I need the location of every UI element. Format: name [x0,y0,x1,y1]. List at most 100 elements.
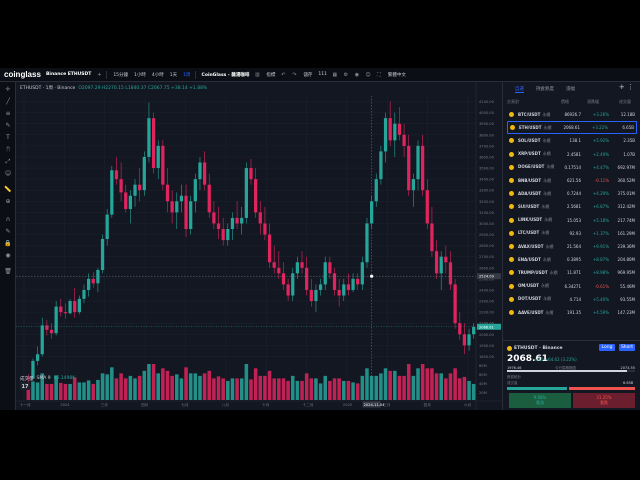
x-tick-label: 十一月 [20,402,31,407]
coin-icon [509,217,514,223]
save-button[interactable]: 儲存 [303,72,312,78]
tab-open-interest[interactable]: 持倉熱度 [536,86,554,92]
row-symbol: LINK/USDT 永續 [518,217,553,223]
candle-body [202,162,207,185]
pattern-icon[interactable]: ᛗ [4,146,12,154]
horizontal-lines-icon[interactable]: ≡ [4,110,12,118]
chart-area[interactable]: 4100.00 4000.00 3900.00 3800.00 3700.00 3600.… [16,82,502,410]
watchlist-row[interactable]: AAVE/USDT 永續 191.35 +4.59% 147.23M [507,306,637,319]
symbol-selector[interactable]: Binance ETHUSDT [46,72,91,77]
eth-coin-icon [507,346,512,351]
watchlist-row[interactable]: BNB/USDT 永續 621.56 -0.11% 360.52M [507,174,637,187]
lock-drawing-icon[interactable]: ✎ [4,228,12,236]
watchlist-row[interactable]: LINK/USDT 永續 15.053 +5.18% 217.74M [507,214,637,227]
add-compare-icon[interactable]: + [96,72,102,78]
crosshair-time-label: 2024-11-04 [364,403,386,407]
candle-body [138,184,142,191]
add-symbol-icon[interactable]: + ⋮ [619,83,634,91]
volume-bar [235,378,239,400]
row-price: 0.17514 [564,164,581,170]
trash-icon[interactable]: 🗑 [4,268,12,276]
watchlist-row[interactable]: SOL/USDT 永續 138.1 +5.92% 2.35B [507,134,637,147]
trendline-icon[interactable]: ╱ [4,98,12,106]
candle-body [411,179,415,191]
watchlist-row[interactable]: DOGE/USDT 永續 0.17514 +4.47% 692.97M [507,161,637,174]
bear-vote-button[interactable]: 31.25% 看跌 [573,393,635,408]
detail-price-change: USD +64.62 (3.22%) [535,357,577,362]
watchlist-row[interactable]: AVAX/USDT 永續 21.564 +9.91% 239.36M [507,240,637,253]
lock-icon[interactable]: 🔒 [4,240,12,248]
fullscreen-icon[interactable]: ⛶ [376,72,382,78]
language-selector[interactable]: 繁體中文 [388,72,406,78]
camera-icon[interactable]: ◉ [354,72,360,78]
watchlist-row[interactable]: ENA/USDT 永續 0.3895 +8.87% 204.80M [507,253,637,266]
row-exchange-type: 永續 [542,256,551,262]
interval-1w[interactable]: 1周 [183,72,190,78]
app-window: coinglass Binance ETHUSDT + 15分鐘 1小時 4小時… [0,68,640,410]
tab-gainers[interactable]: 漲幅 [566,86,575,92]
indicators-button[interactable]: 指標 [266,72,275,78]
redo-icon[interactable]: ↷ [291,72,297,78]
watchlist-row[interactable]: LTC/USDT 永續 92.93 +1.37% 161.29M [507,227,637,240]
grid-icon[interactable]: ▦ [332,72,338,78]
row-symbol: LTC/USDT 永續 [518,230,550,236]
vol-label: 成交量 [507,381,518,385]
interval-1d[interactable]: 1天 [170,72,177,78]
watchlist-row[interactable]: ETH/USDT 永續 2068.61 +3.22% 6.65B [507,121,637,135]
watchlist-row[interactable]: BTC/USDT 永續 86926.7 +3.26% 12.18B [507,108,637,121]
volume-bar [448,373,453,400]
tab-favorites[interactable]: 自選 [515,86,524,93]
volume-bar [425,368,430,400]
watchlist-row[interactable]: SUI/USDT 永續 2.5681 +6.87% 312.42M [507,200,637,213]
user-icon[interactable]: ☺ [365,72,371,78]
volume-bar [314,378,318,400]
interval-1h[interactable]: 1小時 [134,72,146,78]
undo-icon[interactable]: ↶ [280,72,286,78]
candle-body [328,262,332,274]
watchlist-row[interactable]: OM/USDT 永續 6.34271 -0.61% 55.46M [507,280,637,293]
bull-vote-button[interactable]: 9.68% 看漲 [509,393,571,408]
interval-15m[interactable]: 15分鐘 [113,72,128,78]
coin-icon [509,230,514,236]
candle-body [388,118,392,141]
volume-bar [105,374,109,400]
zoom-icon[interactable]: ⊕ [4,198,12,206]
row-symbol: DOGE/USDT 永續 [518,164,555,170]
site-link[interactable]: CoinGlass - 雜湯咖啡 [202,72,250,78]
measure-icon[interactable]: ⤢ [4,158,12,166]
row-volume: 692.97M [617,164,635,170]
volume-bar [96,379,100,400]
settings-icon[interactable]: ⚙ [343,72,349,78]
candle-type-icon[interactable]: ▥ [254,72,260,78]
smile-icon[interactable]: ☺ [4,170,12,178]
candle-body [458,323,462,335]
crosshair-icon[interactable]: ✛ [4,86,12,94]
short-button[interactable]: Short [619,344,635,351]
watchlist-header: 交易對 價格 漲跌幅 成交量 [507,99,631,104]
brush-icon[interactable]: ✎ [4,122,12,130]
volume-bar [458,378,462,400]
candle-body [439,256,443,274]
coinglass-logo[interactable]: coinglass [4,70,42,79]
row-change: +4.59% [592,310,609,315]
y-tick-label: 2600.00 [479,266,495,270]
volume-bar [318,383,323,400]
magnet-icon[interactable]: ∩ [4,216,12,224]
watchlist-row[interactable]: ADA/USDT 永續 0.7244 +4.29% 375.01M [507,187,637,200]
ruler-icon[interactable]: 📏 [4,186,12,194]
candle-body [318,284,323,290]
y-tick-label: 3300.00 [479,189,495,193]
price-chart[interactable]: 4100.00 4000.00 3900.00 3800.00 3700.00 3600.… [16,82,502,410]
watchlist-row[interactable]: TRUMP/USDT 永續 11.871 +8.98% 969.95M [507,266,637,279]
legend-symbol: ETHUSDT · 1周 · Binance [20,86,76,91]
candle-body [82,289,86,299]
candle-body [54,306,58,334]
watchlist-row[interactable]: DOT/USDT 永續 4.714 +5.40% 93.55M [507,293,637,306]
row-exchange-type: 永續 [542,137,551,143]
eye-icon[interactable]: ◉ [4,252,12,260]
text-icon[interactable]: T [4,134,12,142]
layout-count[interactable]: 111 [318,72,327,77]
watchlist-row[interactable]: XRP/USDT 永續 2.4581 +2.49% 1.07B [507,148,637,161]
long-button[interactable]: Long [599,344,615,351]
interval-4h[interactable]: 4小時 [152,72,164,78]
